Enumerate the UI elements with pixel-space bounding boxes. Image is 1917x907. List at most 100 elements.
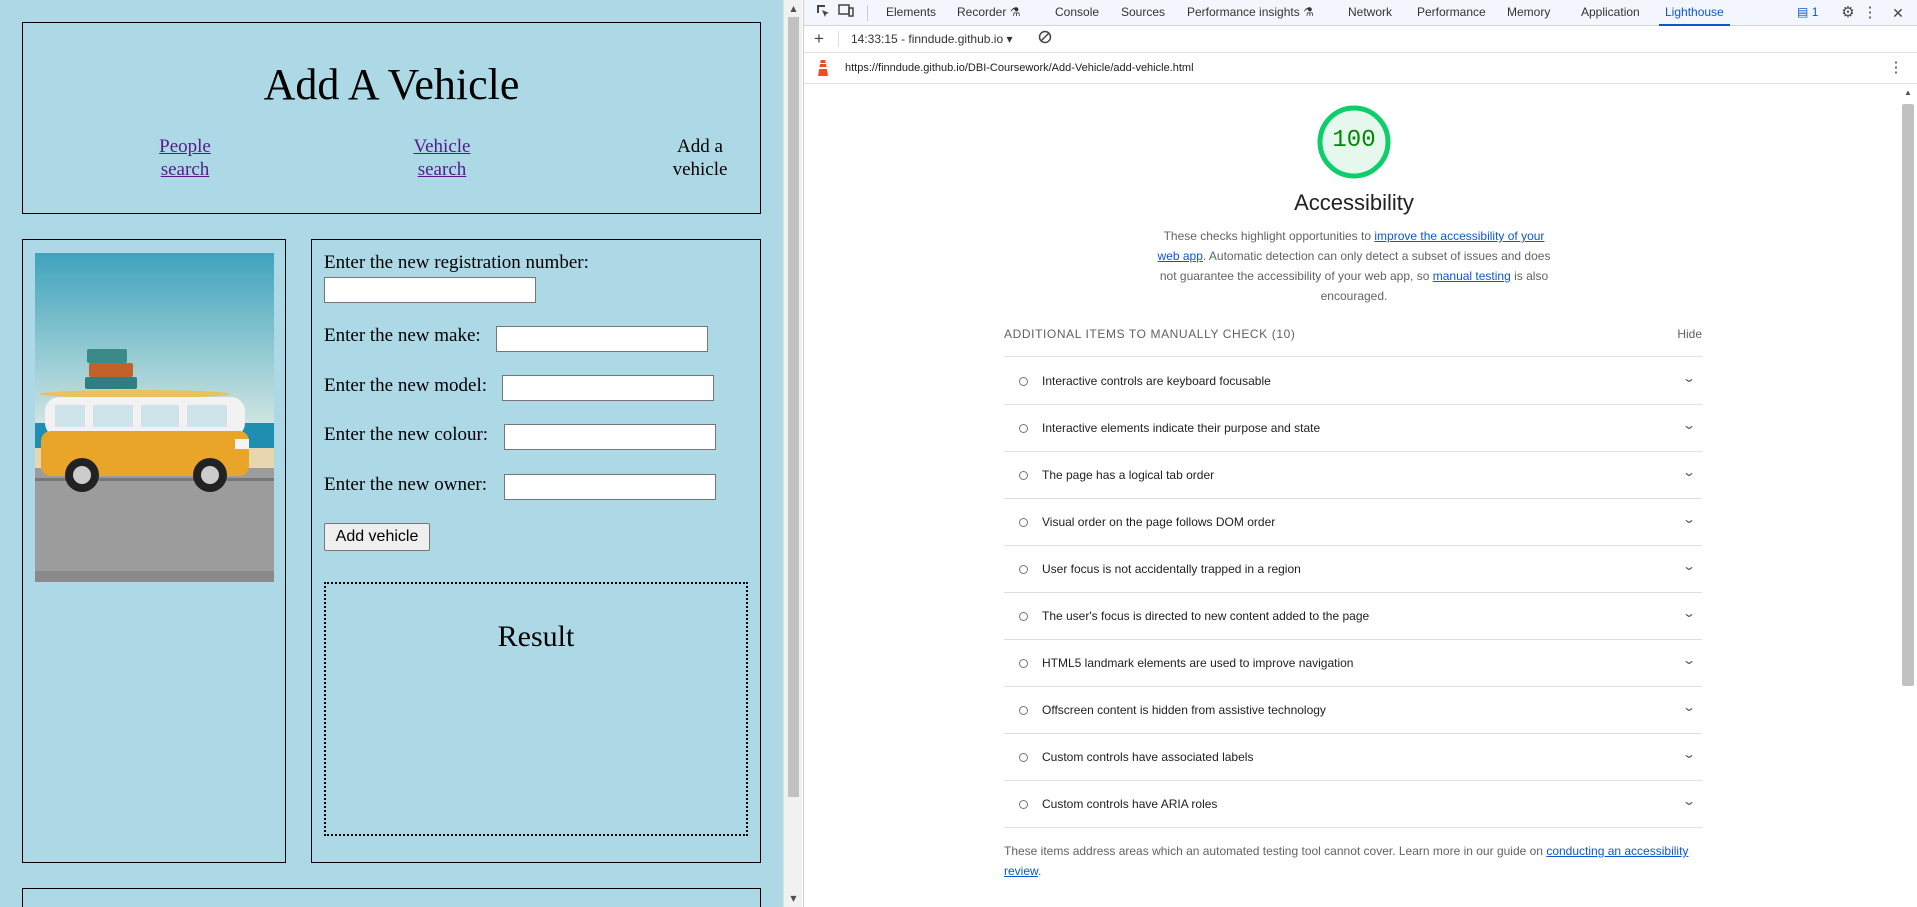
device-toolbar-icon[interactable]: [837, 4, 855, 22]
make-label: Enter the new make:: [324, 325, 481, 346]
chevron-down-icon: ⌄: [1681, 512, 1697, 526]
audit-item[interactable]: Interactive elements indicate their purp…: [1004, 405, 1702, 452]
circle-icon: [1019, 471, 1028, 480]
owner-label: Enter the new owner:: [324, 474, 488, 495]
circle-icon: [1019, 800, 1028, 809]
tab-application[interactable]: Application: [1581, 0, 1640, 26]
tab-memory[interactable]: Memory: [1507, 0, 1550, 26]
tab-performance-insights[interactable]: Performance insights ⚗: [1187, 0, 1314, 26]
manual-checks-header: ADDITIONAL ITEMS TO MANUALLY CHECK (10) …: [1004, 327, 1702, 357]
page-header: Add A Vehicle People search Vehicle search…: [22, 22, 761, 214]
circle-icon: [1019, 377, 1028, 386]
circle-icon: [1019, 565, 1028, 574]
audit-item[interactable]: User focus is not accidentally trapped i…: [1004, 546, 1702, 593]
manual-checks-footer: These items address areas which an autom…: [1004, 844, 1689, 878]
campervan-illustration: [35, 253, 274, 582]
audit-item[interactable]: Custom controls have associated labels ⌄: [1004, 734, 1702, 781]
audit-item[interactable]: Interactive controls are keyboard focusa…: [1004, 358, 1702, 405]
tab-network[interactable]: Network: [1348, 0, 1392, 26]
dropdown-arrow-icon: ▾: [1006, 32, 1013, 46]
image-panel: [22, 239, 286, 863]
report-url-bar: https://finndude.github.io/DBI-Coursewor…: [804, 53, 1917, 84]
circle-icon: [1019, 706, 1028, 715]
toolbar-divider: [838, 31, 839, 47]
more-vert-icon[interactable]: ⋮: [1887, 59, 1905, 77]
tab-recorder[interactable]: Recorder ⚗: [957, 0, 1020, 26]
tab-divider: [867, 5, 868, 21]
report-scrollbar[interactable]: ▲: [1898, 84, 1917, 907]
tab-sources[interactable]: Sources: [1121, 0, 1165, 26]
more-vert-icon[interactable]: ⋮: [1861, 4, 1879, 22]
circle-icon: [1019, 518, 1028, 527]
audit-item[interactable]: Visual order on the page follows DOM ord…: [1004, 499, 1702, 546]
score-value: 100: [1332, 127, 1376, 154]
vehicle-search-link[interactable]: Vehicle search: [414, 136, 471, 180]
page-title: Add A Vehicle: [263, 60, 520, 109]
colour-input[interactable]: [504, 424, 716, 450]
settings-icon[interactable]: ⚙: [1839, 4, 1857, 22]
people-search-link[interactable]: People search: [159, 136, 211, 180]
audit-item[interactable]: HTML5 landmark elements are used to impr…: [1004, 640, 1702, 687]
circle-icon: [1019, 424, 1028, 433]
chevron-down-icon: ⌄: [1681, 465, 1697, 479]
circle-icon: [1019, 753, 1028, 762]
page-scrollbar-thumb[interactable]: [788, 17, 799, 797]
lighthouse-logo-icon: [814, 59, 832, 77]
add-vehicle-button[interactable]: Add vehicle: [324, 523, 430, 551]
circle-icon: [1019, 659, 1028, 668]
scroll-up-icon[interactable]: ▲: [784, 0, 803, 17]
audit-item[interactable]: Offscreen content is hidden from assisti…: [1004, 687, 1702, 734]
scroll-up-icon[interactable]: ▲: [1898, 84, 1917, 101]
hide-button[interactable]: Hide: [1677, 327, 1702, 341]
scroll-down-icon[interactable]: ▼: [784, 890, 803, 907]
clear-icon[interactable]: [1036, 30, 1054, 48]
rego-label: Enter the new registration number:: [324, 252, 589, 273]
tab-performance[interactable]: Performance: [1417, 0, 1486, 26]
model-input[interactable]: [502, 375, 714, 401]
rego-input[interactable]: [324, 277, 536, 303]
plus-icon[interactable]: +: [810, 30, 828, 48]
close-icon[interactable]: ✕: [1889, 4, 1907, 22]
report-selector[interactable]: 14:33:15 - finndude.github.io ▾: [851, 32, 1013, 46]
inspect-icon[interactable]: [814, 4, 832, 22]
chevron-down-icon: ⌄: [1681, 418, 1697, 432]
flask-icon: ⚗: [1009, 5, 1021, 19]
report-scrollbar-thumb[interactable]: [1902, 104, 1914, 686]
nav-vehicle-search: Vehicle search: [382, 135, 502, 181]
issues-counter[interactable]: ▤ 1: [1797, 0, 1818, 26]
audit-item[interactable]: Custom controls have ARIA roles ⌄: [1004, 781, 1702, 828]
circle-icon: [1019, 612, 1028, 621]
issues-icon: ▤: [1797, 5, 1809, 19]
web-page-viewport: Add A Vehicle People search Vehicle search…: [0, 0, 783, 907]
category-title: Accessibility: [1294, 190, 1414, 215]
audit-item[interactable]: The user's focus is directed to new cont…: [1004, 593, 1702, 640]
chevron-down-icon: ⌄: [1681, 700, 1697, 714]
chevron-down-icon: ⌄: [1681, 747, 1697, 761]
footer-box: [22, 888, 761, 907]
owner-input[interactable]: [504, 474, 716, 500]
nav-people-search: People search: [125, 135, 245, 181]
lighthouse-report: 100 Accessibility These checks highlight…: [804, 84, 1898, 907]
manual-testing-link[interactable]: manual testing: [1433, 269, 1511, 283]
chevron-down-icon: ⌄: [1681, 371, 1697, 385]
nav-add-vehicle-current: Add a vehicle: [672, 136, 728, 180]
manual-checks-title: ADDITIONAL ITEMS TO MANUALLY CHECK (10): [1004, 327, 1296, 341]
chevron-down-icon: ⌄: [1681, 794, 1697, 808]
tab-lighthouse[interactable]: Lighthouse: [1659, 0, 1730, 26]
model-label: Enter the new model:: [324, 375, 488, 396]
result-panel: Result: [324, 582, 748, 836]
make-input[interactable]: [496, 326, 708, 352]
result-heading: Result: [497, 620, 575, 653]
chevron-down-icon: ⌄: [1681, 606, 1697, 620]
tab-elements[interactable]: Elements: [886, 0, 936, 26]
devtools-panel: Elements Recorder ⚗ Console Sources Perf…: [803, 0, 1917, 907]
flask-icon: ⚗: [1303, 5, 1314, 19]
chevron-down-icon: ⌄: [1681, 559, 1697, 573]
page-scrollbar[interactable]: ▲ ▼: [783, 0, 802, 907]
devtools-tab-bar: Elements Recorder ⚗ Console Sources Perf…: [804, 0, 1917, 26]
colour-label: Enter the new colour:: [324, 424, 489, 445]
audit-item[interactable]: The page has a logical tab order ⌄: [1004, 452, 1702, 499]
tab-console[interactable]: Console: [1055, 0, 1099, 26]
category-description: These checks highlight opportunities to …: [1157, 229, 1551, 303]
add-vehicle-form: Enter the new registration number: Enter…: [311, 239, 761, 863]
